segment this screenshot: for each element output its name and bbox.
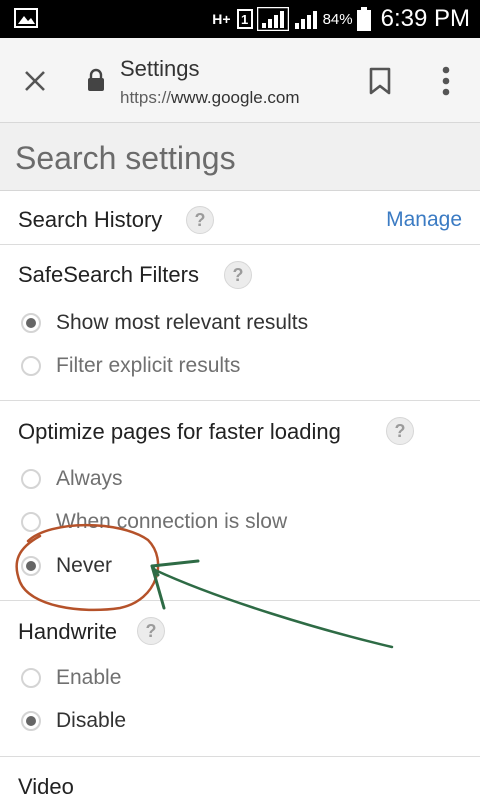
radio-when-connection-slow[interactable]: When connection is slow (0, 504, 480, 544)
manage-link[interactable]: Manage (386, 208, 462, 232)
signal-icon (256, 7, 289, 31)
divider (0, 756, 480, 757)
divider (0, 400, 480, 401)
close-icon[interactable] (20, 66, 50, 96)
radio-label: Enable (56, 666, 122, 689)
divider (0, 600, 480, 601)
safesearch-help-icon[interactable]: ? (224, 261, 252, 289)
signal-icon-2 (294, 11, 317, 29)
radio-enable[interactable]: Enable (0, 660, 480, 700)
lock-icon (88, 68, 104, 91)
browser-toolbar: Settings https://www.google.com (0, 38, 480, 123)
radio-label: When connection is slow (56, 510, 288, 533)
divider (0, 244, 480, 245)
optimize-help-icon[interactable]: ? (386, 417, 414, 445)
url-scheme: https:// (120, 88, 172, 107)
url-display[interactable]: https://www.google.com (120, 88, 300, 108)
radio-always[interactable]: Always (0, 461, 480, 501)
search-history-help-icon[interactable]: ? (186, 206, 214, 234)
radio-never[interactable]: Never (0, 548, 480, 588)
radio-button[interactable] (21, 668, 41, 688)
image-notification-icon (14, 8, 38, 28)
battery-icon (356, 7, 371, 31)
radio-button[interactable] (21, 512, 41, 532)
radio-button[interactable] (21, 711, 41, 731)
radio-label: Filter explicit results (56, 354, 241, 377)
radio-button[interactable] (21, 313, 41, 333)
video-label: Video (18, 774, 74, 799)
page-title: Search settings (15, 140, 236, 176)
handwrite-help-icon[interactable]: ? (137, 617, 165, 645)
battery-percent: 84% (322, 10, 353, 28)
more-vert-icon[interactable] (430, 62, 462, 100)
radio-button[interactable] (21, 356, 41, 376)
bookmark-icon[interactable] (366, 66, 394, 96)
handwrite-label: Handwrite (18, 619, 118, 644)
radio-button[interactable] (21, 556, 41, 576)
optimize-label: Optimize pages for faster loading (18, 419, 341, 444)
url-host: www.google.com (171, 88, 300, 107)
page-header: Search settings (0, 123, 480, 191)
safesearch-label: SafeSearch Filters (18, 262, 199, 287)
radio-label: Show most relevant results (56, 311, 309, 334)
radio-label: Disable (56, 709, 127, 732)
search-history-label: Search History (18, 207, 163, 232)
clock: 6:39 PM (380, 5, 470, 32)
radio-label: Always (56, 467, 123, 490)
radio-button[interactable] (21, 469, 41, 489)
page-title-toolbar: Settings (120, 56, 200, 81)
radio-label: Never (56, 554, 113, 577)
sim-indicator: 1 (236, 9, 253, 29)
radio-disable[interactable]: Disable (0, 703, 480, 743)
network-type: H+ (212, 10, 231, 27)
status-bar: H+ 1 84% 6:39 PM (0, 0, 480, 38)
status-indicators: H+ 1 84% 6:39 PM (212, 0, 470, 38)
radio-show-most-relevant[interactable]: Show most relevant results (0, 305, 480, 345)
radio-filter-explicit[interactable]: Filter explicit results (0, 348, 480, 388)
